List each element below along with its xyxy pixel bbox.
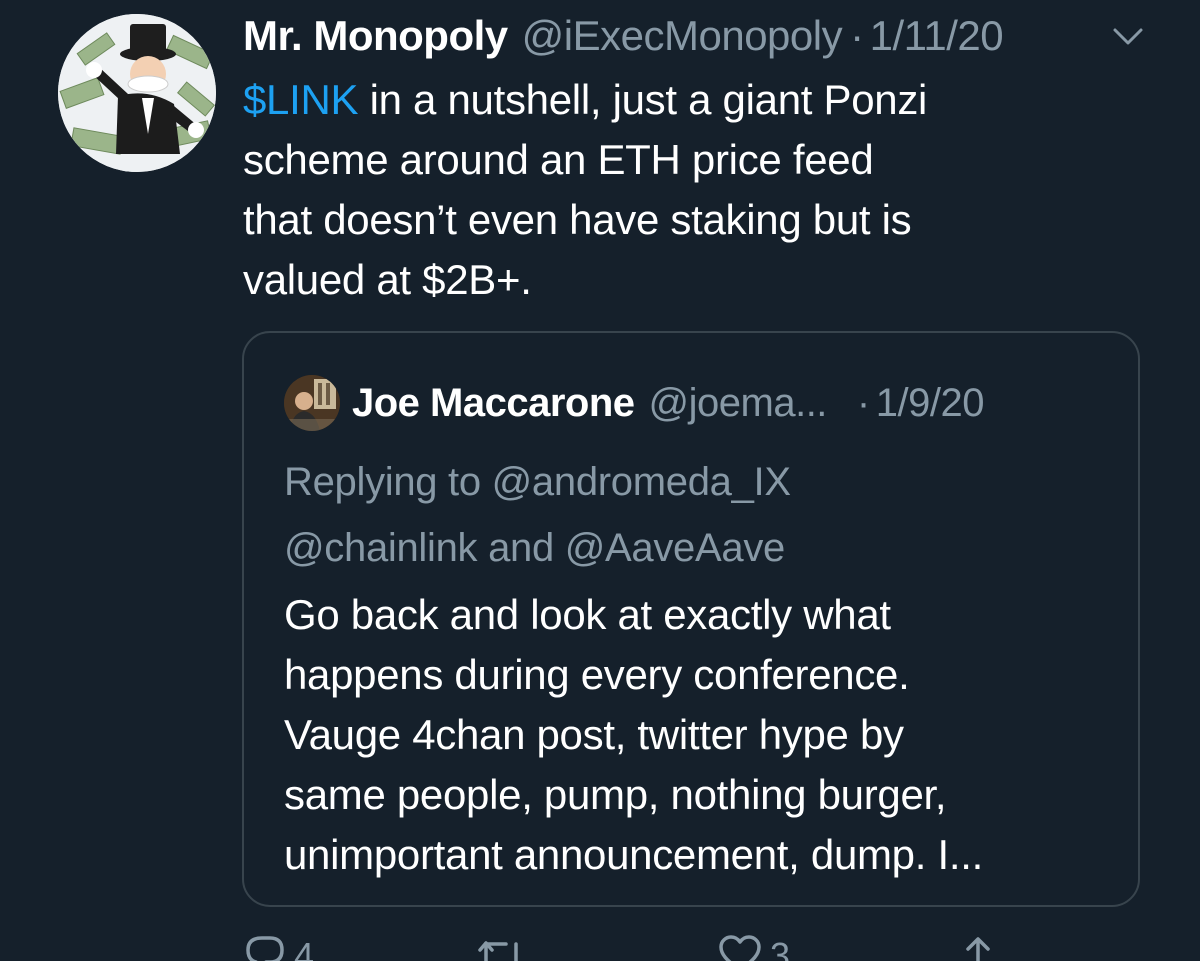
avatar[interactable] <box>58 14 216 172</box>
quoted-header: Joe Maccarone @joema... · 1/9/20 <box>352 377 984 429</box>
quoted-text-line: same people, pump, nothing burger, <box>284 771 947 818</box>
tweet-text-line: scheme around an ETH price feed <box>243 136 874 183</box>
quoted-text-line: Go back and look at exactly what <box>284 591 891 638</box>
replying-to-line[interactable]: @chainlink and @AaveAave <box>284 515 791 581</box>
action-bar: 4 3 <box>0 930 1200 961</box>
retweet-button[interactable] <box>476 934 534 961</box>
replying-to: Replying to @andromeda_IX @chainlink and… <box>284 449 791 581</box>
quoted-tweet[interactable]: Joe Maccarone @joema... · 1/9/20 Replyin… <box>242 331 1140 907</box>
quoted-text-line: unimportant announcement, dump. I... <box>284 831 983 878</box>
tweet-text-line: valued at $2B+. <box>243 256 532 303</box>
tweet-text-segment: in a nutshell, just a giant Ponzi <box>358 76 928 123</box>
reply-button[interactable]: 4 <box>244 934 314 961</box>
like-count: 3 <box>770 935 791 961</box>
reply-count: 4 <box>294 935 315 961</box>
quoted-text-line: Vauge 4chan post, twitter hype by <box>284 711 904 758</box>
tweet-text: $LINK in a nutshell, just a giant Ponzi … <box>243 70 1143 310</box>
tweet: Mr. Monopoly @iExecMonopoly · 1/11/20 $L… <box>0 0 1200 961</box>
quoted-avatar[interactable] <box>284 375 340 431</box>
tweet-date[interactable]: 1/11/20 <box>870 12 1004 60</box>
share-icon <box>960 934 996 961</box>
separator-dot: · <box>850 12 864 59</box>
replying-to-line[interactable]: Replying to @andromeda_IX <box>284 449 791 515</box>
quoted-display-name[interactable]: Joe Maccarone <box>352 381 635 426</box>
quoted-separator-dot: · <box>856 380 870 425</box>
user-handle[interactable]: @iExecMonopoly <box>522 12 843 60</box>
like-button[interactable]: 3 <box>718 934 790 961</box>
tweet-text-line: $LINK in a nutshell, just a giant Ponzi <box>243 70 1143 130</box>
quoted-user-handle[interactable]: @joema... <box>649 381 828 426</box>
quoted-date[interactable]: 1/9/20 <box>876 381 985 426</box>
retweet-icon <box>476 934 526 961</box>
tweet-header: Mr. Monopoly @iExecMonopoly · 1/11/20 <box>243 10 1004 62</box>
cashtag-link[interactable]: $LINK <box>243 76 359 123</box>
tweet-text-line: that doesn’t even have staking but is <box>243 196 912 243</box>
quoted-text: Go back and look at exactly what happens… <box>284 585 983 885</box>
share-button[interactable] <box>960 934 996 961</box>
quoted-text-line: happens during every conference. <box>284 651 910 698</box>
chevron-down-icon[interactable] <box>1110 22 1146 50</box>
reply-icon <box>244 934 286 961</box>
display-name[interactable]: Mr. Monopoly <box>243 12 508 60</box>
like-icon <box>718 934 762 961</box>
